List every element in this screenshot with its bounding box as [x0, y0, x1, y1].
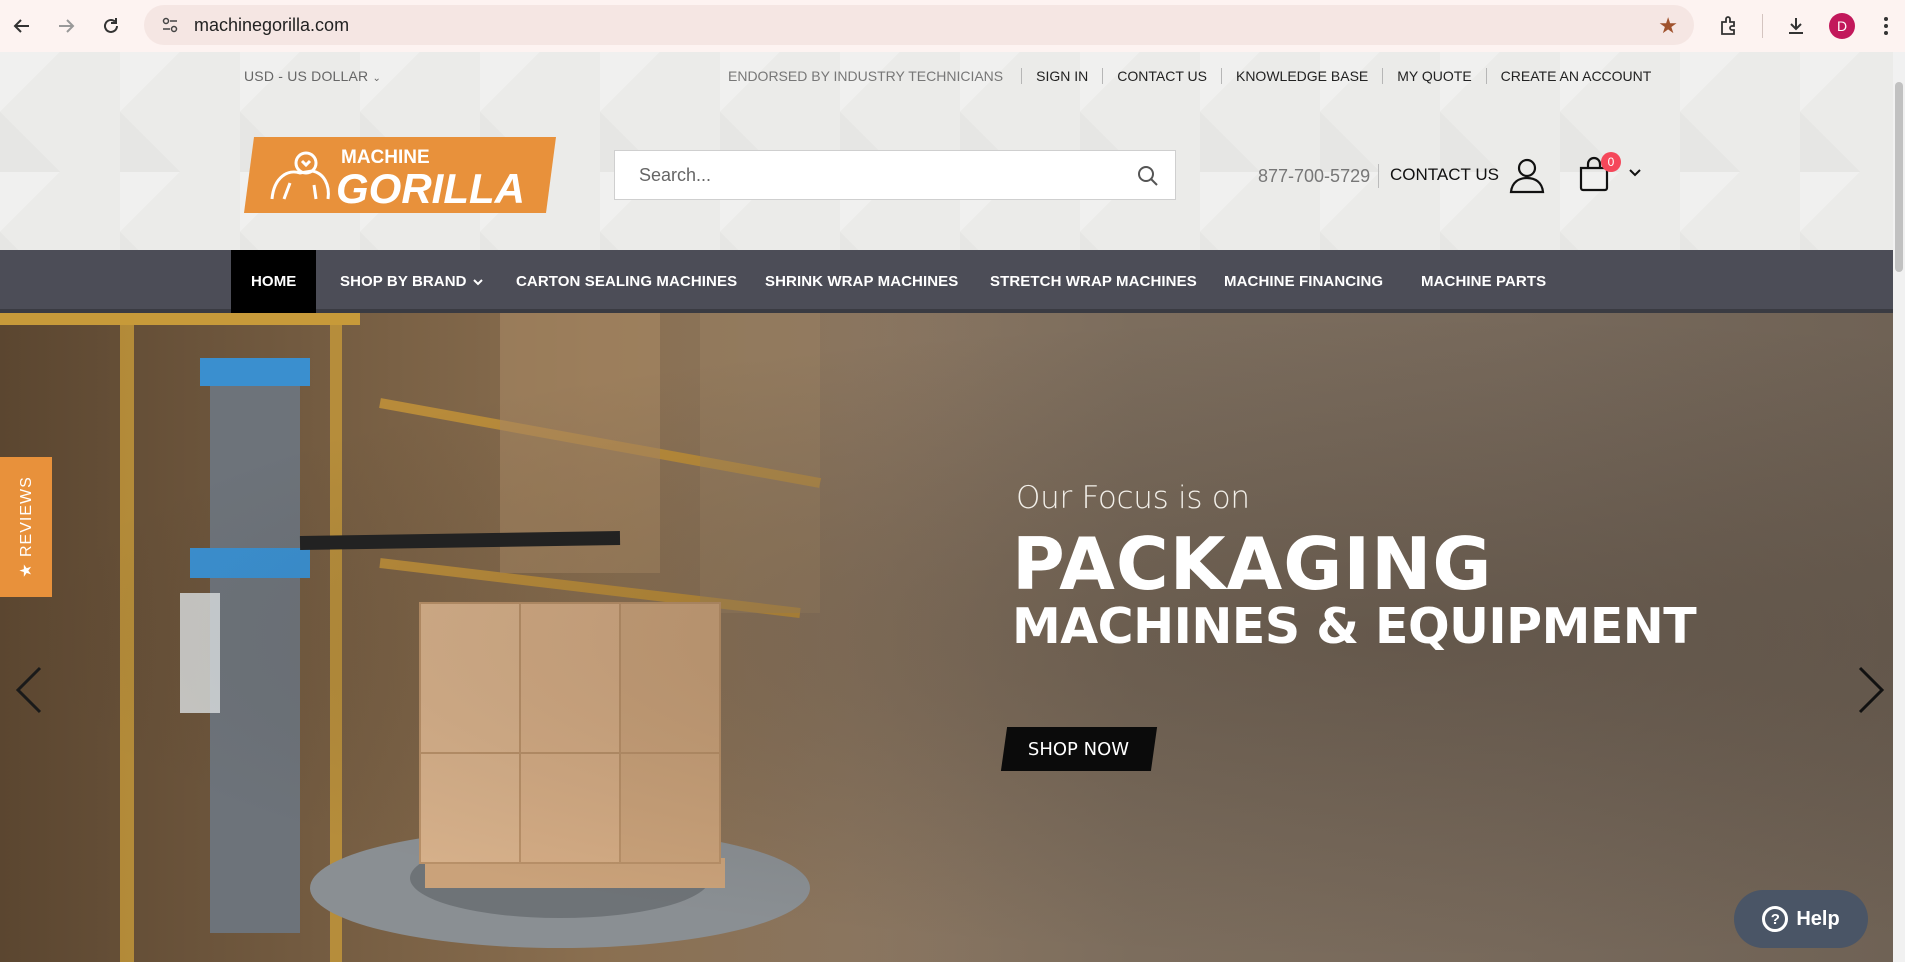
logo-text-bottom: GORILLA [336, 165, 525, 212]
address-bar[interactable]: machinegorilla.com ★ [144, 5, 1694, 45]
bookmark-star-icon[interactable]: ★ [1658, 13, 1678, 39]
main-navigation: HOME SHOP BY BRAND CARTON SEALING MACHIN… [0, 250, 1893, 313]
download-icon[interactable] [1778, 8, 1814, 44]
nav-home[interactable]: HOME [231, 250, 317, 313]
search-icon[interactable] [1135, 163, 1161, 189]
scrollbar-thumb[interactable] [1895, 82, 1903, 272]
cart-count-badge: 0 [1601, 152, 1621, 172]
nav-shop-by-brand-label: SHOP BY BRAND [340, 273, 467, 290]
my-quote-link[interactable]: MY QUOTE [1382, 68, 1485, 84]
currency-label: USD - US DOLLAR [244, 68, 369, 84]
page-scrollbar[interactable] [1893, 52, 1905, 962]
create-account-link[interactable]: CREATE AN ACCOUNT [1485, 68, 1666, 84]
menu-kebab-icon[interactable] [1868, 8, 1904, 44]
reviews-label: ★ REVIEWS [18, 476, 36, 578]
shop-now-label: SHOP NOW [1028, 738, 1130, 760]
reviews-tab[interactable]: ★ REVIEWS [0, 457, 52, 597]
machine-gorilla-logo[interactable]: MACHINE GORILLA [244, 137, 556, 213]
forward-button[interactable] [44, 4, 88, 48]
header-contact-link[interactable]: CONTACT US [1390, 165, 1499, 185]
back-button[interactable] [0, 4, 44, 48]
toolbar-divider [1762, 14, 1763, 38]
reload-icon [104, 18, 118, 33]
arrow-right-icon [59, 19, 75, 33]
phone-number[interactable]: 877-700-5729 [1258, 164, 1380, 188]
currency-selector[interactable]: USD - US DOLLAR ⌄ [244, 68, 381, 84]
browser-toolbar: machinegorilla.com ★ D [0, 0, 1905, 52]
profile-avatar[interactable]: D [1829, 13, 1855, 39]
carousel-next-icon[interactable] [1850, 664, 1890, 716]
nav-shop-by-brand[interactable]: SHOP BY BRAND [340, 250, 484, 313]
hero-title: PACKAGING [1012, 522, 1493, 606]
nav-machine-parts[interactable]: MACHINE PARTS [1421, 250, 1546, 313]
help-label: Help [1796, 907, 1840, 930]
utility-links: ENDORSED BY INDUSTRY TECHNICIANS SIGN IN… [728, 66, 1665, 86]
shop-now-button[interactable]: SHOP NOW [1000, 727, 1158, 771]
extensions-icon[interactable] [1711, 8, 1747, 44]
knowledge-base-link[interactable]: KNOWLEDGE BASE [1220, 68, 1382, 84]
site-info-icon[interactable] [150, 5, 190, 45]
account-user-icon[interactable] [1508, 156, 1546, 194]
sign-in-link[interactable]: SIGN IN [1021, 68, 1102, 84]
nav-shrink-wrap[interactable]: SHRINK WRAP MACHINES [765, 250, 958, 313]
chevron-down-icon[interactable] [1628, 168, 1642, 178]
reload-button[interactable] [89, 4, 133, 48]
hero-subtitle: MACHINES & EQUIPMENT [1012, 598, 1697, 655]
chevron-down-icon: ⌄ [372, 73, 382, 84]
help-button[interactable]: ? Help [1734, 890, 1868, 948]
search-bar [614, 150, 1176, 200]
contact-us-link[interactable]: CONTACT US [1102, 68, 1221, 84]
chevron-down-icon [472, 278, 483, 285]
url-text: machinegorilla.com [194, 14, 350, 35]
arrow-left-icon [13, 19, 29, 33]
question-icon: ? [1762, 906, 1789, 932]
search-input[interactable] [615, 164, 1115, 186]
nav-carton-sealing[interactable]: CARTON SEALING MACHINES [516, 250, 737, 313]
endorsed-text: ENDORSED BY INDUSTRY TECHNICIANS [728, 68, 1004, 84]
carousel-prev-icon[interactable] [10, 664, 50, 716]
nav-stretch-wrap[interactable]: STRETCH WRAP MACHINES [990, 250, 1197, 313]
nav-machine-financing[interactable]: MACHINE FINANCING [1224, 250, 1383, 313]
hero-pretitle: Our Focus is on [1016, 480, 1250, 516]
